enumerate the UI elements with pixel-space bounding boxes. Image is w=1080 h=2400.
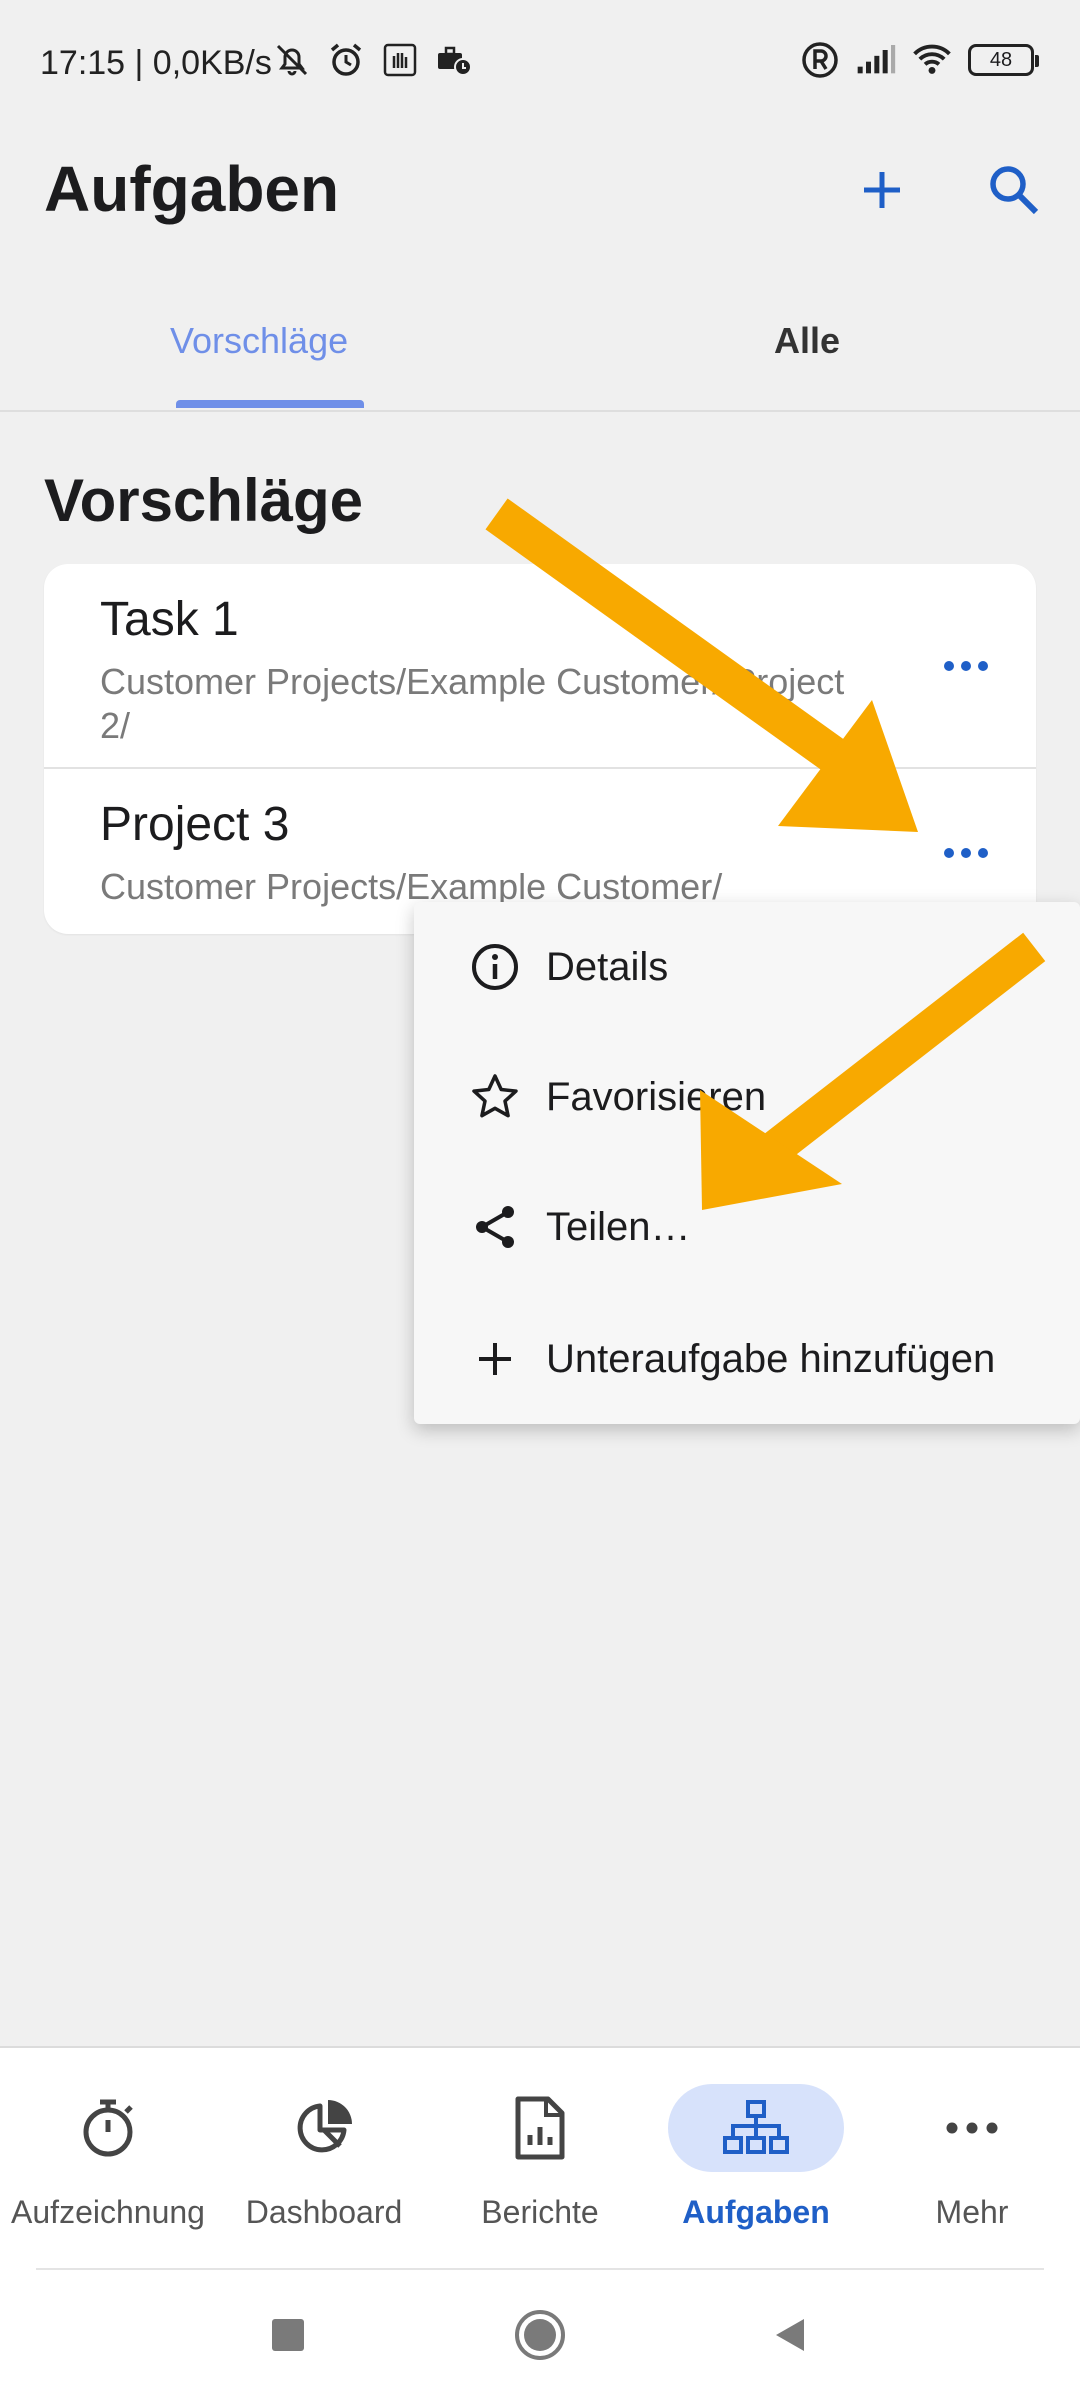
status-icons-left xyxy=(272,40,474,80)
nav-item-reports[interactable]: Berichte xyxy=(432,2078,648,2258)
menu-item-label: Unteraufgabe hinzufügen xyxy=(546,1336,996,1381)
system-navigation xyxy=(0,2290,1080,2400)
status-icons-right: 48 xyxy=(800,40,1039,80)
tab-suggestions[interactable]: Vorschläge xyxy=(170,320,348,362)
battery-icon: 48 xyxy=(968,44,1039,76)
tab-all[interactable]: Alle xyxy=(774,320,840,362)
section-title: Vorschläge xyxy=(44,467,364,534)
share-icon xyxy=(468,1200,522,1254)
nav-item-more[interactable]: Mehr xyxy=(864,2078,1080,2258)
circle-icon xyxy=(515,2310,565,2360)
more-dot xyxy=(944,661,954,671)
nav-label: Mehr xyxy=(935,2194,1009,2230)
nav-item-recording[interactable]: Aufzeichnung xyxy=(0,2078,216,2258)
menu-item-label: Favorisieren xyxy=(546,1074,767,1119)
page-title: Aufgaben xyxy=(44,153,340,225)
more-options-button[interactable] xyxy=(926,823,1006,883)
plus-icon xyxy=(468,1332,522,1386)
tab-indicator xyxy=(176,400,364,408)
nav-label: Berichte xyxy=(481,2194,599,2230)
back-button[interactable] xyxy=(740,2290,840,2380)
mute-icon xyxy=(272,40,312,80)
menu-item-label: Details xyxy=(546,944,669,989)
list-item-title: Task 1 xyxy=(100,593,239,646)
signal-icon xyxy=(856,40,896,80)
menu-item-add-subtask[interactable]: Unteraufgabe hinzufügen xyxy=(414,1294,1080,1424)
nav-label: Aufgaben xyxy=(682,2194,830,2230)
search-button[interactable] xyxy=(974,150,1054,230)
alarm-icon xyxy=(326,40,366,80)
hierarchy-icon xyxy=(668,2084,844,2172)
stopwatch-icon xyxy=(20,2084,196,2172)
more-dot xyxy=(961,661,971,671)
more-dot xyxy=(961,848,971,858)
context-menu: Details Favorisieren Teilen… Unteraufgab… xyxy=(414,902,1080,1424)
more-dot xyxy=(944,848,954,858)
menu-item-label: Teilen… xyxy=(546,1204,691,1249)
pie-chart-icon xyxy=(236,2084,412,2172)
list-item-title: Project 3 xyxy=(100,798,290,851)
wifi-icon xyxy=(912,40,952,80)
menu-item-details[interactable]: Details xyxy=(414,902,1080,1032)
briefcase-clock-icon xyxy=(434,40,474,80)
list-item[interactable]: Task 1 Customer Projects/Example Custome… xyxy=(44,564,1036,769)
report-icon xyxy=(452,2084,628,2172)
plus-icon xyxy=(864,172,900,208)
status-time: 17:15 | 0,0KB/s xyxy=(40,44,272,82)
nav-item-dashboard[interactable]: Dashboard xyxy=(216,2078,432,2258)
square-icon xyxy=(272,2319,304,2351)
info-icon xyxy=(468,940,522,994)
add-task-button[interactable] xyxy=(842,150,922,230)
home-button[interactable] xyxy=(490,2290,590,2380)
nav-item-tasks[interactable]: Aufgaben xyxy=(648,2078,864,2258)
back-triangle-icon xyxy=(776,2319,804,2351)
more-dot xyxy=(978,848,988,858)
more-icon xyxy=(884,2084,1060,2172)
nav-label: Aufzeichnung xyxy=(11,2194,205,2230)
suggestions-list: Task 1 Customer Projects/Example Custome… xyxy=(44,564,1036,934)
recents-button[interactable] xyxy=(238,2290,338,2380)
status-bar: 17:15 | 0,0KB/s 48 xyxy=(0,0,1080,130)
list-item-path: Customer Projects/Example Customer/ Proj… xyxy=(100,661,845,746)
menu-item-share[interactable]: Teilen… xyxy=(414,1162,1080,1292)
divider xyxy=(36,2268,1044,2270)
registered-icon xyxy=(800,40,840,80)
star-icon xyxy=(468,1070,522,1124)
search-icon xyxy=(990,166,1039,215)
hand-icon xyxy=(380,40,420,80)
tab-bar: Vorschläge Alle xyxy=(0,300,1080,412)
nav-label: Dashboard xyxy=(245,2194,403,2230)
menu-item-favorite[interactable]: Favorisieren xyxy=(414,1032,1080,1162)
more-dot xyxy=(978,661,988,671)
more-options-button[interactable] xyxy=(926,636,1006,696)
